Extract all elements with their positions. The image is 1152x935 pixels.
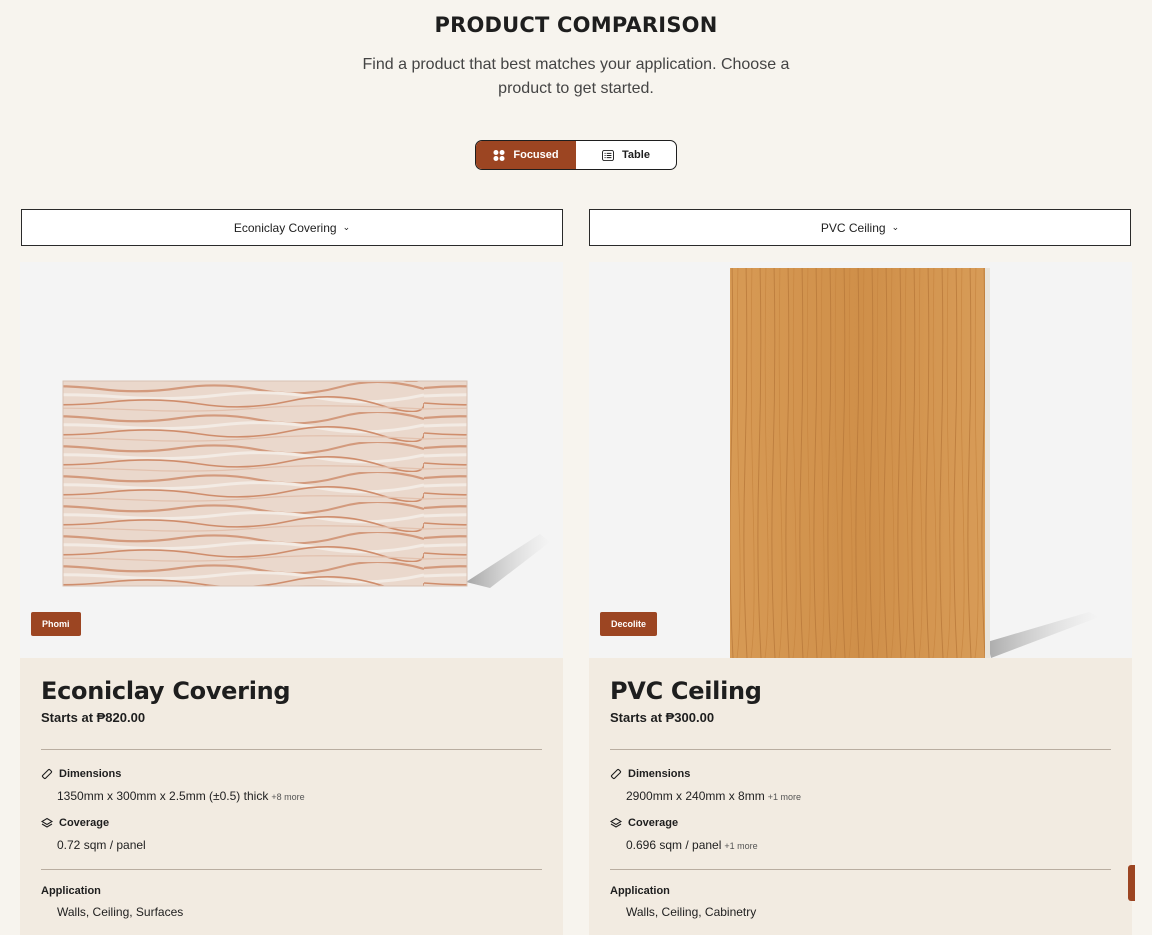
econiclay-product-image bbox=[62, 380, 550, 588]
view-toggle: Focused Table bbox=[475, 140, 677, 170]
application-label: Application bbox=[41, 885, 101, 897]
product-card-1: Phomi Econiclay Covering Starts at ₱820.… bbox=[20, 262, 563, 935]
dimensions-value: 2900mm x 240mm x 8mm bbox=[626, 789, 765, 803]
product-name: Econiclay Covering bbox=[41, 677, 291, 705]
dimensions-label: Dimensions bbox=[59, 768, 122, 780]
dimensions-value: 1350mm x 300mm x 2.5mm (±0.5) thick bbox=[57, 789, 269, 803]
coverage-label: Coverage bbox=[59, 817, 110, 829]
pvc-ceiling-product-image bbox=[730, 268, 1099, 658]
page-subtitle: Find a product that best matches your ap… bbox=[362, 56, 790, 97]
product-select-2-label: PVC Ceiling bbox=[820, 220, 886, 235]
chevron-down-icon: ⌄ bbox=[891, 221, 900, 232]
list-icon bbox=[602, 149, 614, 161]
divider bbox=[610, 749, 1111, 750]
product-price: Starts at ₱820.00 bbox=[41, 710, 146, 725]
dimensions-more-link[interactable]: +8 more bbox=[271, 792, 304, 802]
product-image-area-2: Decolite bbox=[589, 262, 1132, 658]
product-card-2: Decolite PVC Ceiling Starts at ₱300.00 D… bbox=[589, 262, 1132, 935]
product-name: PVC Ceiling bbox=[610, 677, 762, 705]
coverage-more-link[interactable]: +1 more bbox=[724, 841, 757, 851]
product-select-1[interactable]: Econiclay Covering ⌄ bbox=[21, 209, 563, 246]
product-price: Starts at ₱300.00 bbox=[610, 710, 715, 725]
divider bbox=[41, 869, 542, 870]
dimensions-label: Dimensions bbox=[628, 768, 691, 780]
brand-badge: Decolite bbox=[600, 612, 658, 636]
focused-view-button[interactable]: Focused bbox=[476, 141, 576, 169]
grid-icon bbox=[493, 149, 505, 161]
table-view-button[interactable]: Table bbox=[576, 141, 676, 169]
application-value: Walls, Ceiling, Cabinetry bbox=[626, 905, 757, 919]
focused-view-label: Focused bbox=[513, 149, 559, 161]
coverage-value: 0.72 sqm / panel bbox=[57, 838, 146, 852]
divider bbox=[610, 869, 1111, 870]
table-view-label: Table bbox=[622, 149, 650, 161]
divider bbox=[41, 749, 542, 750]
layers-icon bbox=[610, 817, 622, 829]
product-select-2[interactable]: PVC Ceiling ⌄ bbox=[589, 209, 1131, 246]
coverage-value: 0.696 sqm / panel bbox=[626, 838, 722, 852]
side-feedback-tab[interactable] bbox=[1128, 865, 1135, 901]
brand-badge: Phomi bbox=[31, 612, 81, 636]
coverage-label: Coverage bbox=[628, 817, 679, 829]
dimensions-more-link[interactable]: +1 more bbox=[768, 792, 801, 802]
application-label: Application bbox=[610, 885, 670, 897]
page-title: PRODUCT COMPARISON bbox=[434, 13, 718, 37]
ruler-icon bbox=[610, 768, 622, 780]
application-value: Walls, Ceiling, Surfaces bbox=[57, 905, 184, 919]
chevron-down-icon: ⌄ bbox=[342, 221, 351, 232]
layers-icon bbox=[41, 817, 53, 829]
product-select-1-label: Econiclay Covering bbox=[233, 220, 337, 235]
product-image-area-1: Phomi bbox=[20, 262, 563, 658]
ruler-icon bbox=[41, 768, 53, 780]
